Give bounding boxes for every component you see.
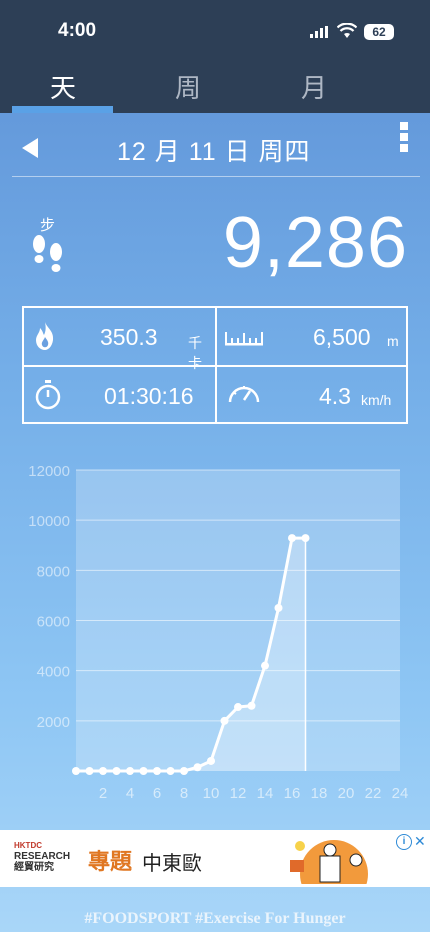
data-point xyxy=(112,767,121,775)
data-point xyxy=(99,767,107,775)
data-point xyxy=(72,767,80,775)
distance-unit: m xyxy=(387,333,399,349)
tab-week[interactable]: 周 xyxy=(138,68,238,105)
data-point xyxy=(166,767,175,775)
y-tick-label: 8000 xyxy=(37,563,70,580)
data-point xyxy=(85,767,94,775)
data-point xyxy=(220,716,229,725)
stopwatch-icon xyxy=(35,380,61,410)
data-point xyxy=(274,603,283,612)
data-point xyxy=(180,767,188,775)
ad-region: 中東歐 xyxy=(142,853,202,875)
flame-icon xyxy=(36,322,54,350)
y-tick-label: 6000 xyxy=(37,614,70,631)
tab-day[interactable]: 天 xyxy=(13,68,113,105)
calories-value: 350.3 xyxy=(100,324,158,350)
x-tick-label: 24 xyxy=(392,785,409,802)
distance-value: 6,500 xyxy=(313,324,371,350)
previous-day-arrow-icon[interactable] xyxy=(22,138,38,158)
x-tick-label: 16 xyxy=(284,785,301,802)
x-tick-label: 14 xyxy=(257,785,274,802)
duration-value: 01:30:16 xyxy=(104,383,194,409)
x-tick-label: 12 xyxy=(230,785,247,802)
speed-cell: 4.3 km/h xyxy=(217,367,408,424)
data-point xyxy=(301,534,310,543)
footer-hashtags: #FOODSPORT #Exercise For Hunger xyxy=(84,910,346,927)
speedometer-icon xyxy=(228,386,260,403)
data-point xyxy=(247,701,256,710)
duration-cell: 01:30:16 xyxy=(24,367,215,424)
tab-month[interactable]: 月 xyxy=(264,68,364,105)
ad-illustration xyxy=(290,840,368,884)
x-tick-label: 8 xyxy=(180,785,188,802)
x-tick-label: 10 xyxy=(203,785,220,802)
y-tick-label: 4000 xyxy=(37,664,70,681)
hourly-steps-chart: 200040006000800010000120002 4 6 8 10 12 14 16 18… xyxy=(28,463,409,802)
distance-cell: 6,500 m xyxy=(217,308,408,365)
stats-grid: 350.3 千卡 6,500 m 01:30:16 4.3 km/h xyxy=(22,306,408,424)
status-time: 4:00 xyxy=(58,20,97,41)
x-tick-label: 22 xyxy=(365,785,382,802)
ad-brand: HKTDC RESEARCH 經貿研究 xyxy=(14,841,71,873)
data-point xyxy=(153,767,161,775)
data-point xyxy=(207,756,215,765)
ad-close-icon[interactable]: ✕ xyxy=(414,833,426,850)
x-tick-label: 18 xyxy=(311,785,328,802)
ruler-icon xyxy=(225,332,263,346)
y-tick-label: 10000 xyxy=(28,513,70,530)
footprints-icon xyxy=(33,235,62,272)
x-tick-label: 20 xyxy=(338,785,355,802)
x-tick-label: 2 xyxy=(99,785,107,802)
speed-value: 4.3 xyxy=(319,383,351,409)
data-point xyxy=(126,767,134,775)
ad-info-icon[interactable]: i xyxy=(396,834,412,850)
data-point xyxy=(261,661,269,670)
x-tick-label: 4 xyxy=(126,785,134,802)
data-point xyxy=(288,534,296,543)
date-label: 12 月 11 日 周四 xyxy=(117,138,311,166)
x-tick-label: 6 xyxy=(153,785,161,802)
ad-banner[interactable]: HKTDC RESEARCH 經貿研究 專題 中東歐 i ✕ xyxy=(0,830,430,887)
y-tick-label: 12000 xyxy=(28,463,70,480)
date-navigator: 12 月 11 日 周四 xyxy=(12,120,420,177)
data-point xyxy=(139,767,148,775)
calories-cell: 350.3 千卡 xyxy=(24,308,215,371)
status-bar: 4:00 62 xyxy=(0,0,430,60)
data-point xyxy=(234,703,242,712)
battery-icon: 62 xyxy=(364,24,394,40)
y-tick-label: 2000 xyxy=(37,714,70,731)
steps-count: 9,286 xyxy=(222,203,408,283)
ad-topic: 專題 xyxy=(88,849,133,874)
cellular-signal-icon xyxy=(310,26,328,38)
wifi-icon xyxy=(337,23,357,38)
speed-unit: km/h xyxy=(361,392,392,408)
active-tab-indicator xyxy=(12,106,113,113)
data-point xyxy=(193,763,202,772)
